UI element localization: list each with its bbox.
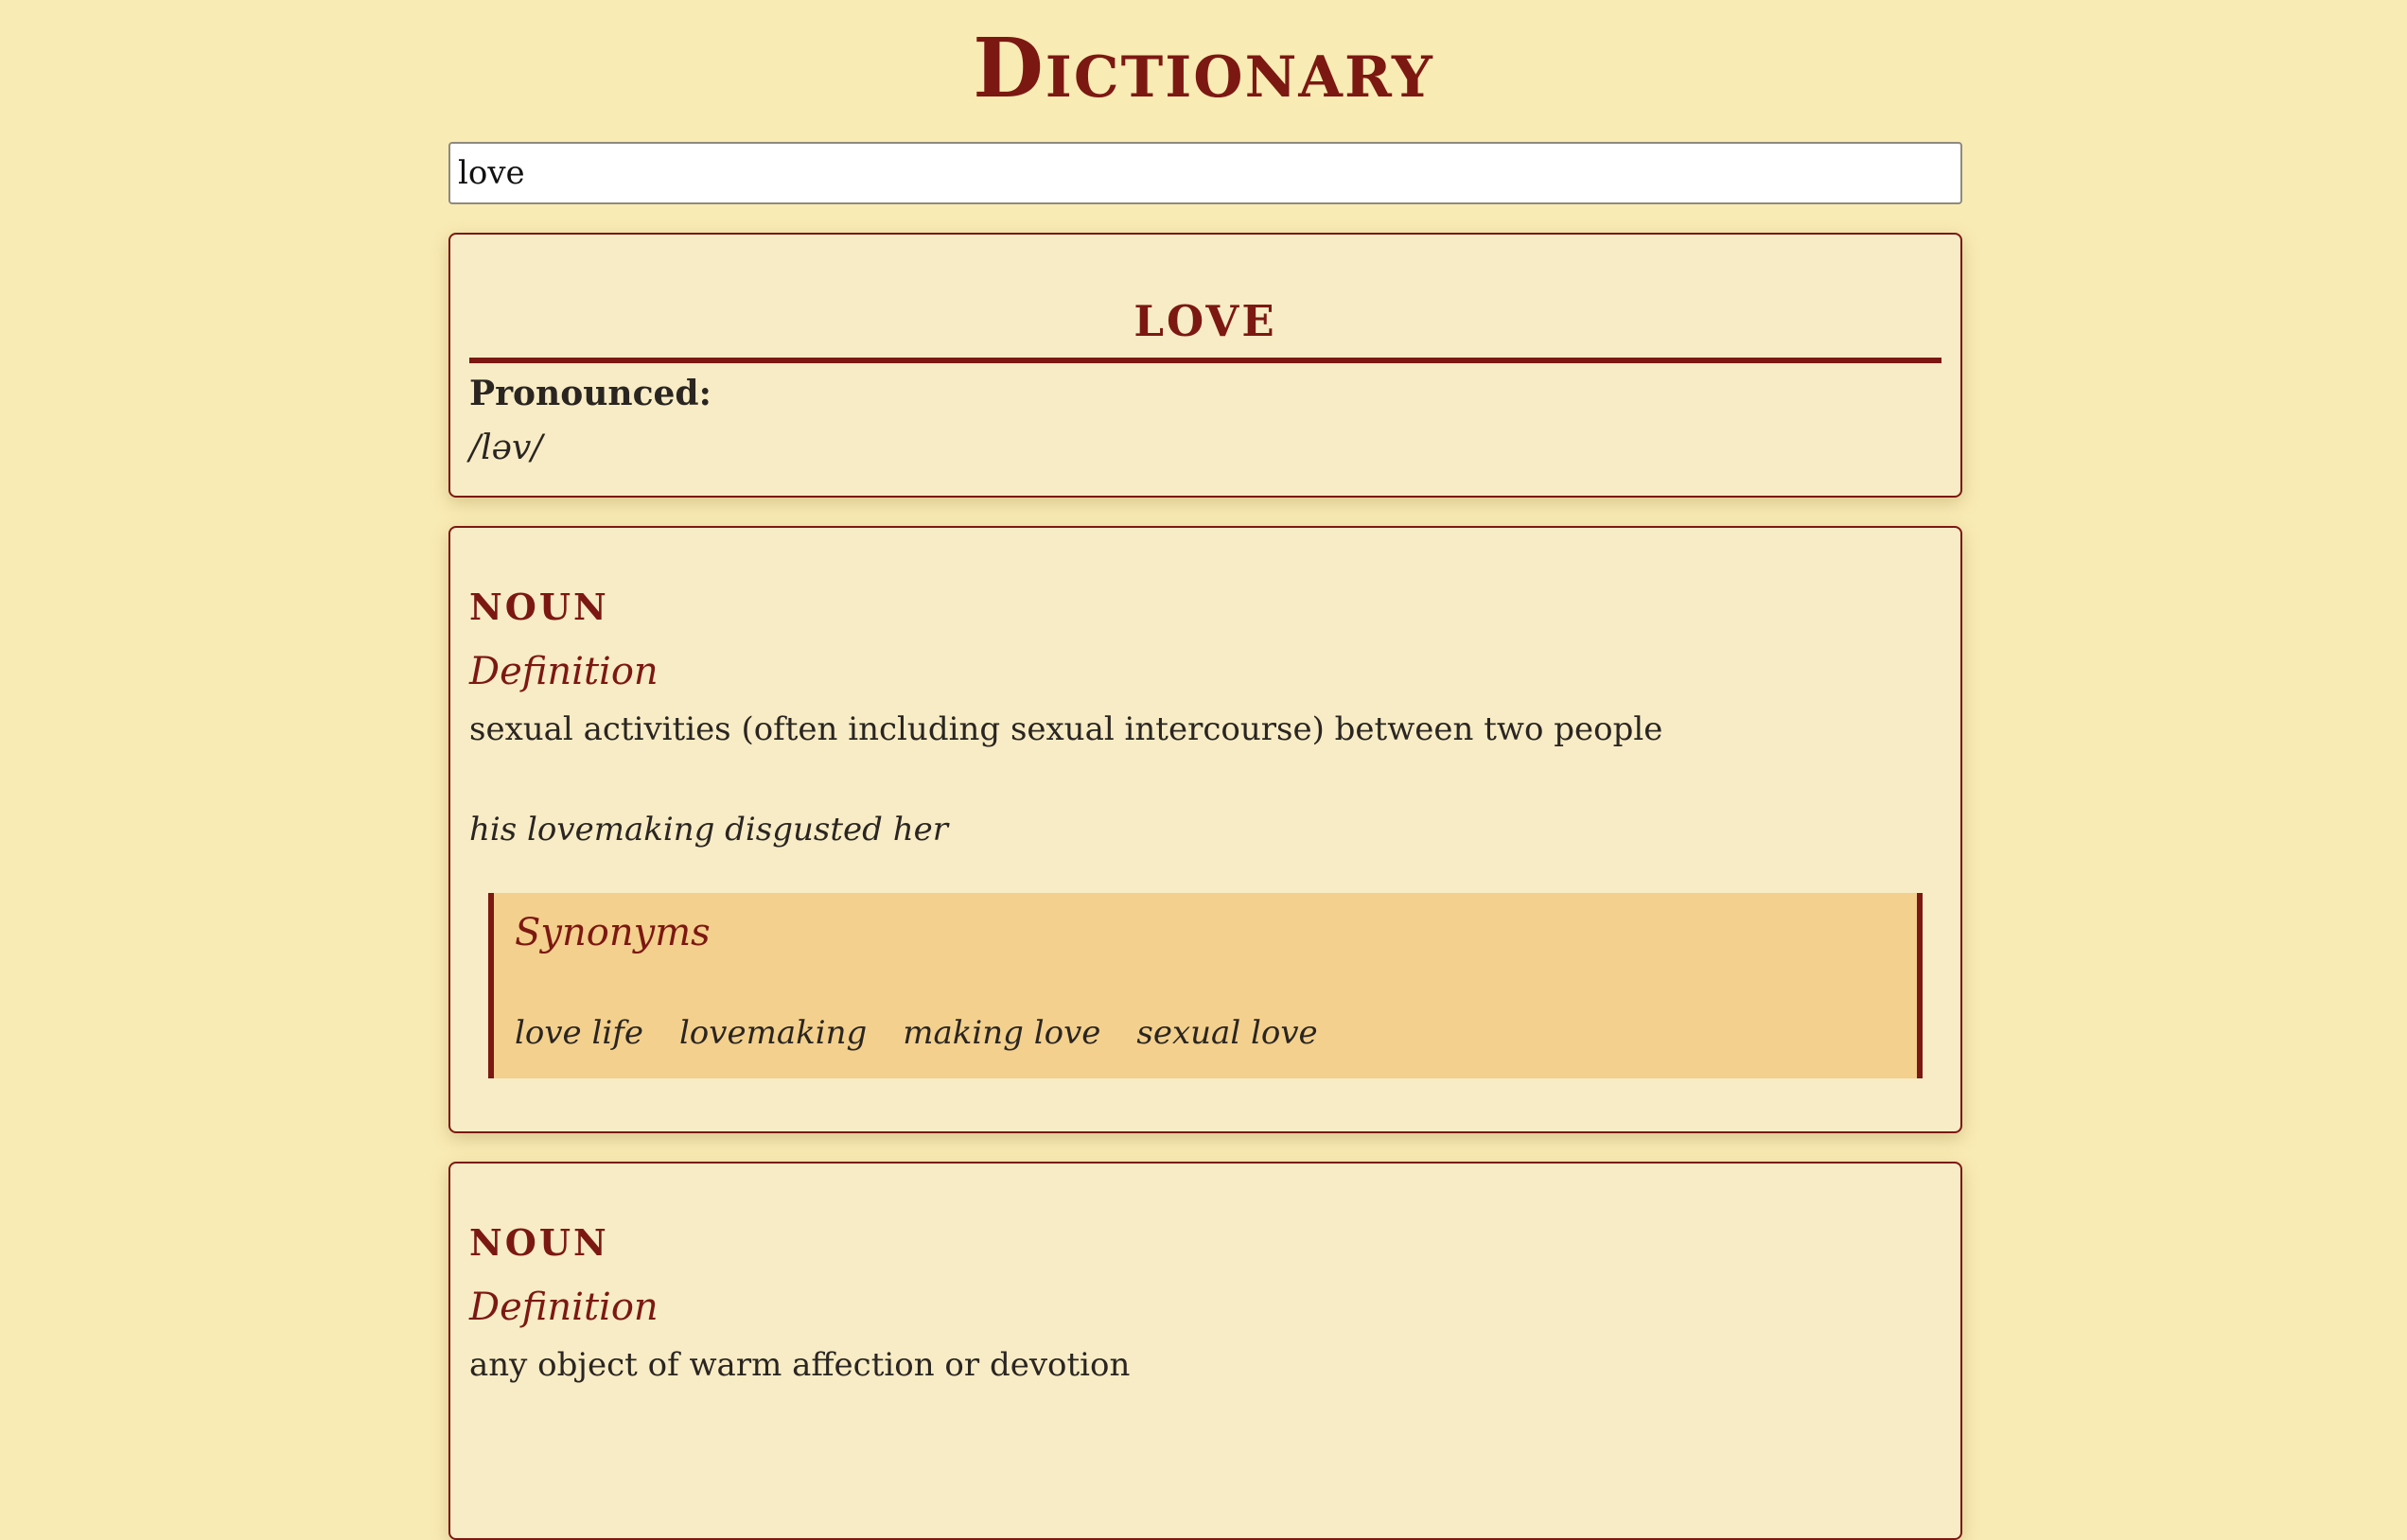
synonym-item[interactable]: making love (903, 1012, 1100, 1054)
meaning-card: noun Definition sexual activities (often… (448, 526, 1962, 1133)
definition-label: Definition (469, 1286, 659, 1329)
word-card: love Pronounced: /ləv/ (448, 233, 1962, 498)
part-of-speech: noun (469, 1207, 609, 1268)
main-content: love Pronounced: /ləv/ noun Definition s… (448, 142, 1962, 1540)
part-of-speech: noun (469, 571, 609, 632)
word-title: love (469, 235, 1941, 363)
pronunciation: /ləv/ (469, 429, 543, 467)
synonym-item[interactable]: lovemaking (679, 1012, 867, 1054)
definition-text: sexual activities (often including sexua… (469, 710, 1663, 748)
synonym-item[interactable]: love life (515, 1012, 643, 1054)
definition-label: Definition (469, 650, 659, 693)
search-input[interactable] (448, 142, 1962, 204)
app-title: Dictionary (973, 21, 1434, 116)
synonyms-list: love life lovemaking making love sexual … (515, 1012, 1896, 1054)
synonym-item[interactable]: sexual love (1136, 1012, 1317, 1054)
example-text: his lovemaking disgusted her (469, 811, 948, 849)
meaning-card: noun Definition any object of warm affec… (448, 1162, 1962, 1540)
synonyms-label: Synonyms (515, 911, 711, 954)
definition-text: any object of warm affection or devotion (469, 1346, 1131, 1384)
synonyms-box: Synonyms love life lovemaking making lov… (488, 893, 1923, 1078)
pronounced-label: Pronounced: (469, 374, 712, 413)
